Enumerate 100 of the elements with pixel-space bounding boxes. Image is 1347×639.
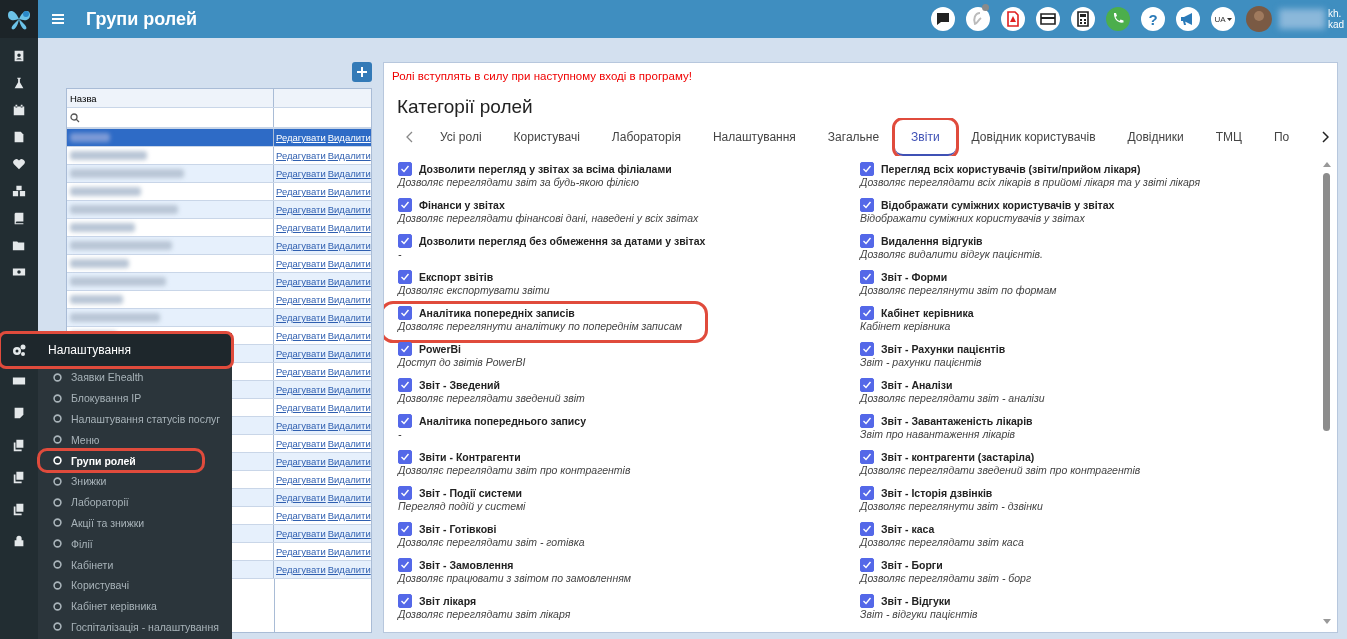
edit-link[interactable]: Редагувати (276, 348, 326, 359)
submenu-item[interactable]: Госпіталізація - налаштування (38, 616, 232, 638)
permission-description: Дозволяє переглядати зведений звіт (398, 392, 586, 404)
delete-link[interactable]: Видалити (327, 330, 371, 341)
delete-link[interactable]: Видалити (327, 258, 371, 269)
edit-link[interactable]: Редагувати (276, 276, 326, 287)
delete-link[interactable]: Видалити (327, 132, 371, 143)
delete-link[interactable]: Видалити (327, 420, 371, 431)
tab[interactable]: Довідник користувачів (955, 120, 1112, 156)
permission-label: Звіти - Контрагенти (419, 451, 521, 463)
submenu-item[interactable]: Кабінет керівника (38, 595, 232, 617)
edit-link[interactable]: Редагувати (276, 438, 326, 449)
delete-link[interactable]: Видалити (327, 528, 371, 539)
permission-label: Аналітика попередніх записів (419, 307, 575, 319)
permission-label: Кабінет керівника (881, 307, 974, 319)
edit-link[interactable]: Редагувати (276, 186, 326, 197)
submenu-item[interactable]: Блокування IP (38, 387, 232, 409)
delete-link[interactable]: Видалити (327, 366, 371, 377)
permission-description: Дозволяє видалити відгук пацієнтів. (860, 248, 1044, 260)
edit-link[interactable]: Редагувати (276, 492, 326, 503)
tab[interactable]: Усі ролі (424, 120, 498, 156)
tab[interactable]: Загальне (811, 120, 896, 156)
delete-link[interactable]: Видалити (327, 222, 371, 233)
edit-link[interactable]: Редагувати (276, 366, 326, 377)
submenu-item[interactable]: Групи ролей (39, 450, 203, 471)
edit-link[interactable]: Редагувати (276, 168, 326, 179)
submenu-item[interactable]: Користувачі (38, 574, 232, 596)
delete-link[interactable]: Видалити (327, 168, 371, 179)
permission-description: Дозволяє переглядати звіт за будь-якою філією (398, 176, 640, 188)
help-button[interactable]: ? (1141, 7, 1165, 31)
delete-link[interactable]: Видалити (327, 240, 371, 251)
edit-link[interactable]: Редагувати (276, 564, 326, 575)
edit-link[interactable]: Редагувати (276, 132, 326, 143)
edit-link[interactable]: Редагувати (276, 312, 326, 323)
page-title: Групи ролей (86, 8, 198, 30)
edit-link[interactable]: Редагувати (276, 222, 326, 233)
tab[interactable]: Звіти (895, 120, 956, 156)
delete-link[interactable]: Видалити (327, 276, 371, 287)
user-name: kh. (1328, 8, 1343, 19)
submenu-item[interactable]: Акції та знижки (38, 512, 232, 534)
settings-menu-header[interactable]: Налаштування (0, 333, 232, 367)
submenu-item[interactable]: Кабінети (38, 554, 232, 575)
delete-link[interactable]: Видалити (327, 204, 371, 215)
delete-link[interactable]: Видалити (327, 294, 371, 305)
permission-label: Звіт - Рахунки пацієнтів (881, 343, 1006, 355)
edit-link[interactable]: Редагувати (276, 510, 326, 521)
edit-link[interactable]: Редагувати (276, 258, 326, 269)
delete-link[interactable]: Видалити (327, 564, 371, 575)
edit-link[interactable]: Редагувати (276, 474, 326, 485)
submenu-item[interactable]: Заявки Ehealth (38, 367, 232, 388)
edit-link[interactable]: Редагувати (276, 420, 326, 431)
permission-label: Звіт - каса (881, 523, 935, 535)
permission-label: Дозволити перегляд у звітах за всіма філіалами (419, 163, 672, 175)
submenu-item[interactable]: Налаштування статусів послуг (38, 408, 232, 430)
permission-description: Дозволяє переглядати фінансові дані, наведені у всіх звітах (398, 212, 700, 224)
permission-description: Дозволяє переглядати звіт каса (860, 536, 1025, 548)
tab[interactable]: Користувачі (497, 120, 596, 156)
tab[interactable]: Налаштування (696, 120, 812, 156)
edit-link[interactable]: Редагувати (276, 204, 326, 215)
edit-link[interactable]: Редагувати (276, 240, 326, 251)
permission-label: Звіт - Відгуки (881, 595, 951, 607)
permission-label: PowerBi (419, 343, 461, 355)
submenu-item[interactable]: Меню (38, 429, 232, 451)
delete-link[interactable]: Видалити (327, 438, 371, 449)
delete-link[interactable]: Видалити (327, 150, 371, 161)
permission-description: - (398, 428, 403, 440)
edit-link[interactable]: Редагувати (276, 546, 326, 557)
delete-link[interactable]: Видалити (327, 546, 371, 557)
delete-link[interactable]: Видалити (327, 186, 371, 197)
delete-link[interactable]: Видалити (327, 384, 371, 395)
edit-link[interactable]: Редагувати (276, 528, 326, 539)
edit-link[interactable]: Редагувати (276, 330, 326, 341)
submenu-item[interactable]: Знижки (38, 471, 232, 492)
tab[interactable]: Лабораторія (595, 120, 697, 156)
delete-link[interactable]: Видалити (327, 474, 371, 485)
submenu-item[interactable]: Філії (38, 533, 232, 555)
delete-link[interactable]: Видалити (327, 492, 371, 503)
permission-description: Дозволяє переглянути аналітику по попереднім записам (398, 320, 683, 332)
delete-link[interactable]: Видалити (327, 456, 371, 467)
permission-description: Дозволяє експортувати звіти (398, 284, 551, 296)
delete-link[interactable]: Видалити (327, 510, 371, 521)
tab[interactable]: По (1258, 120, 1306, 156)
permission-label: Експорт звітів (419, 271, 494, 283)
edit-link[interactable]: Редагувати (276, 402, 326, 413)
section-title: Категорії ролей (396, 95, 534, 118)
edit-link[interactable]: Редагувати (276, 150, 326, 161)
permission-label: Фінанси у звітах (419, 199, 505, 211)
submenu-item[interactable]: Лабораторії (38, 491, 232, 513)
delete-link[interactable]: Видалити (327, 402, 371, 413)
edit-link[interactable]: Редагувати (276, 294, 326, 305)
delete-link[interactable]: Видалити (327, 312, 371, 323)
edit-link[interactable]: Редагувати (276, 384, 326, 395)
tab[interactable]: Довідники (1111, 120, 1200, 156)
language-dropdown[interactable]: UA (1211, 7, 1235, 31)
tab[interactable]: ТМЦ (1199, 120, 1258, 156)
permission-label: Звіт - Завантаженість лікарів (881, 415, 1033, 427)
edit-link[interactable]: Редагувати (276, 456, 326, 467)
permission-description: Доступ до звітів PowerBI (398, 356, 527, 368)
permission-label: Видалення відгуків (881, 235, 983, 247)
delete-link[interactable]: Видалити (327, 348, 371, 359)
